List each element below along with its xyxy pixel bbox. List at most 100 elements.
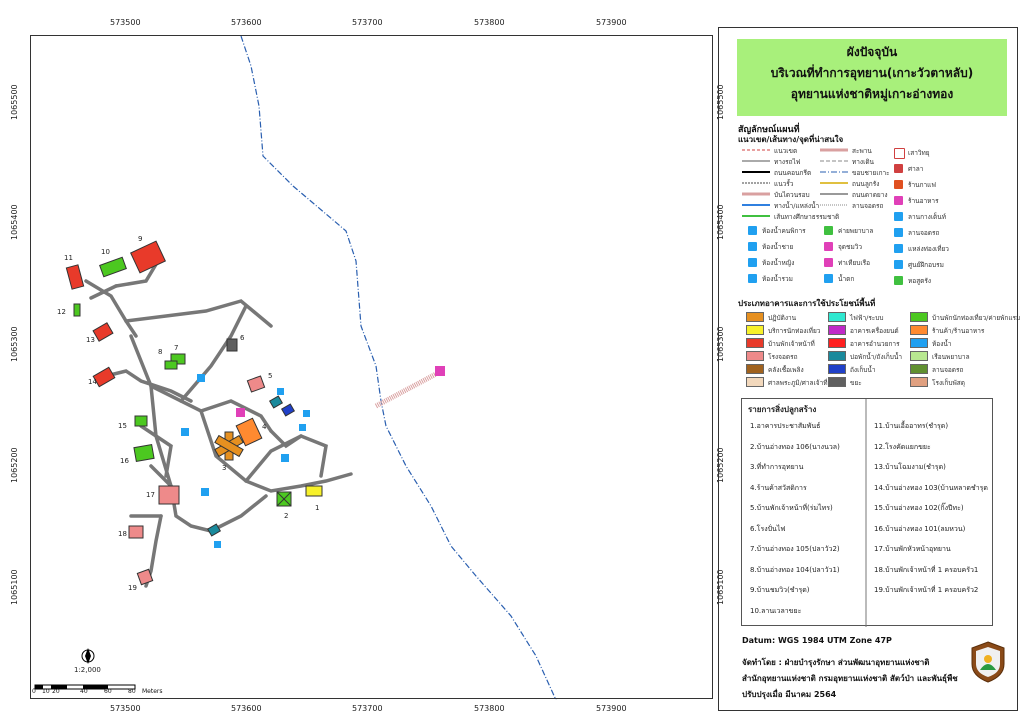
building-list-heading: รายการสิ่งปลูกสร้าง xyxy=(748,405,817,414)
landuse-label: บ้านพักนักท่องเที่ยว/ค่ายพักแรม xyxy=(932,314,1021,322)
map-label-18: 18 xyxy=(118,530,127,538)
grid-x-label: 573500 xyxy=(110,18,141,27)
landuse-label: บ้านพักเจ้าหน้าที่ xyxy=(768,340,815,348)
map-label-7: 7 xyxy=(174,344,179,352)
landuse-swatch xyxy=(828,312,846,322)
landuse-legend: ปฏิบัติงาน บริการนักท่องเที่ยว บ้านพักเจ้า… xyxy=(746,312,1020,392)
landuse-swatch xyxy=(746,351,764,361)
north-arrow xyxy=(81,648,95,664)
landuse-swatch xyxy=(828,338,846,348)
building-6 xyxy=(226,338,238,352)
landuse-swatch xyxy=(746,364,764,374)
landuse-label: ลานจอดรถ xyxy=(932,366,964,374)
building-list-col1: 1.อาคารประชาสัมพันธ์ 2.บ้านอ่างทอง 106(นา… xyxy=(750,421,865,626)
landuse-label: คลังเชื้อเพลิง xyxy=(768,366,804,374)
building-5 xyxy=(246,375,266,393)
map-label-16: 16 xyxy=(120,457,129,465)
coastline xyxy=(240,35,557,701)
grid-x-label: 573600 xyxy=(231,18,262,27)
building-list-item: 1.อาคารประชาสัมพันธ์ xyxy=(750,422,821,430)
datum-value: : WGS 1984 UTM Zone 47P xyxy=(772,636,892,645)
building-13 xyxy=(92,322,114,342)
landuse-swatch xyxy=(910,312,928,322)
map-canvas xyxy=(34,35,557,701)
pier-icon xyxy=(824,258,833,267)
landuse-swatch xyxy=(910,377,928,387)
building-list-item: 17.บ้านพักหัวหน้าอุทยาน xyxy=(874,545,951,553)
map-label-8: 8 xyxy=(158,348,163,356)
building-list-item: 11.บ้านเอื้ออาทร(ชำรุด) xyxy=(874,422,949,430)
cafe-icon xyxy=(894,180,903,189)
building-11 xyxy=(65,264,85,290)
building-list-item: 16.บ้านอ่างทอง 101(ลมหวน) xyxy=(874,524,966,533)
grid-y-label: 1065400 xyxy=(10,204,19,240)
radio-tower-icon xyxy=(894,148,905,159)
grid-x-label: 573700 xyxy=(352,18,383,27)
landuse-label: ปฏิบัติงาน xyxy=(768,314,797,322)
grid-x-label-bottom: 573600 xyxy=(231,704,262,713)
building-16 xyxy=(133,443,155,463)
landuse-swatch xyxy=(910,338,928,348)
building-list-item: 19.บ้านพักเจ้าหน้าที่ 1 ครอบครัว2 xyxy=(874,586,979,594)
building-10 xyxy=(99,256,127,278)
office-name: สำนักอุทยานแห่งชาติ กรมอุทยานแห่งชาติ สั… xyxy=(742,674,958,683)
first-aid-icon xyxy=(824,226,833,235)
grid-y-label: 1065500 xyxy=(10,84,19,120)
building-list-item: 12.โรงคัดแยกขยะ xyxy=(874,442,931,451)
building-list-item: 4.ร้านค้าสวัสดิการ xyxy=(750,483,807,492)
building-list-item: 5.บ้านพักเจ้าหน้าที่(ร่มไทร) xyxy=(750,504,833,512)
updated-date: ปรับปรุงเมื่อ มีนาคม 2564 xyxy=(742,690,837,699)
landuse-label: อาคารเครื่องยนต์ xyxy=(850,327,899,335)
map-frame[interactable] xyxy=(30,35,713,701)
tower-icon xyxy=(894,276,903,285)
building-9 xyxy=(129,240,167,274)
landuse-label: โรงเก็บพัสดุ xyxy=(932,379,965,387)
womens-restroom-icon xyxy=(748,258,757,267)
building-12 xyxy=(73,303,81,317)
map-label-5: 5 xyxy=(268,372,273,380)
building-3 xyxy=(214,431,244,461)
title-box: ผังปัจจุบัน บริเวณที่ทำการอุทยาน(เกาะวัว… xyxy=(737,39,1007,116)
training-center-icon xyxy=(894,260,903,269)
map-label-15: 15 xyxy=(118,422,127,430)
landuse-swatch xyxy=(746,325,764,335)
map-label-2: 2 xyxy=(284,512,289,520)
made-by: จัดทำโดย : ฝ่ายบำรุงรักษา ส่วนพัฒนาอุทยา… xyxy=(742,658,930,667)
landuse-heading: ประเภทอาคารและการใช้ประโยชน์พื้นที่ xyxy=(738,299,876,308)
grid-x-label-bottom: 573700 xyxy=(352,704,383,713)
shared-restroom-icon xyxy=(748,274,757,283)
landuse-label: ถังเก็บน้ำ xyxy=(850,366,876,374)
map-label-10: 10 xyxy=(101,248,110,256)
landuse-label: บ่อพักน้ำ/ถังเก็บน้ำ xyxy=(850,353,903,361)
legend-points-col3: เสาวิทยุ ศาลา ร้านกาแฟ ร้านอาหาร ลานกางเ… xyxy=(894,148,994,293)
building-list-item: 14.บ้านอ่างทอง 103(บ้านหลาดชำรุด xyxy=(874,483,988,492)
grid-x-label-bottom: 573500 xyxy=(110,704,141,713)
building-list: รายการสิ่งปลูกสร้าง 1.อาคารประชาสัมพันธ์… xyxy=(741,398,993,627)
landuse-label: ขยะ xyxy=(850,379,862,387)
datum-label: Datum xyxy=(742,636,772,645)
map-label-11: 11 xyxy=(64,254,73,262)
grid-y-label: 1065100 xyxy=(10,569,19,605)
landuse-label: ไฟฟ้า/ระบบ xyxy=(850,314,884,322)
grid-y-label: 1065300 xyxy=(10,326,19,362)
building-list-item: 18.บ้านพักเจ้าหน้าที่ 1 ครอบครัว1 xyxy=(874,565,979,574)
pavilion-icon xyxy=(894,164,903,173)
map-label-13: 13 xyxy=(86,336,95,344)
title-line-3: อุทยานแห่งชาติหมู่เกาะอ่างทอง xyxy=(790,87,954,101)
parking-icon xyxy=(894,228,903,237)
legend-lines-col2: สะพาน ทางเดิน ขอบชายเกาะ ถนนลูกรัง ถนนดา… xyxy=(820,147,890,210)
landuse-swatch xyxy=(910,325,928,335)
map-label-12: 12 xyxy=(57,308,66,316)
map-label-19: 19 xyxy=(128,584,137,592)
building-list-item: 7.บ้านอ่างทอง 105(ปลาวัว2) xyxy=(750,545,840,553)
title-line-1: ผังปัจจุบัน xyxy=(846,45,898,59)
map-label-4: 4 xyxy=(262,423,267,431)
map-icons xyxy=(181,366,445,548)
building-list-item: 8.บ้านอ่างทอง 104(ปลาวัว1) xyxy=(750,565,840,574)
building-list-item: 2.บ้านอ่างทอง 106(นางนวล) xyxy=(750,442,840,451)
landuse-swatch xyxy=(746,377,764,387)
legend-facility-icons: ห้องน้ำคนพิการ ค่ายพยาบาล ห้องน้ำชาย จุด… xyxy=(748,226,888,288)
map-label-3: 3 xyxy=(222,464,227,472)
landuse-label: ห้องน้ำ xyxy=(932,340,952,348)
landuse-swatch xyxy=(828,325,846,335)
